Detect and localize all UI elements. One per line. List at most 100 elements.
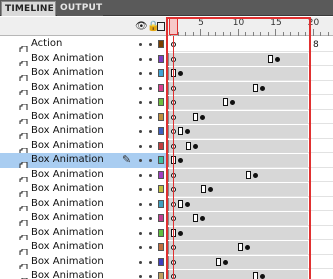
layer-info[interactable]: Box Animation bbox=[0, 51, 167, 69]
layer-name[interactable]: Box Animation bbox=[31, 52, 104, 66]
layer-type-icon bbox=[19, 229, 28, 243]
layer-info[interactable]: Box Animation bbox=[0, 124, 167, 142]
lock-toggle[interactable] bbox=[149, 188, 152, 191]
visibility-toggle[interactable] bbox=[139, 57, 142, 61]
outline-color-swatch[interactable] bbox=[158, 257, 164, 266]
outline-color-swatch[interactable] bbox=[158, 243, 164, 251]
layer-name[interactable]: Box Animation bbox=[31, 95, 104, 109]
layer-name[interactable]: Box Animation bbox=[31, 81, 104, 95]
visibility-toggle[interactable] bbox=[139, 202, 142, 206]
layer-name[interactable]: Box Animation bbox=[31, 269, 104, 279]
layer-info[interactable]: Box Animation bbox=[0, 254, 167, 272]
lock-toggle[interactable] bbox=[149, 86, 152, 90]
layer-info[interactable]: Box Animation bbox=[0, 95, 167, 113]
outline-color-swatch[interactable] bbox=[158, 127, 164, 135]
outline-color-swatch[interactable] bbox=[158, 40, 164, 48]
layer-info[interactable]: Box Animation bbox=[0, 109, 167, 127]
outline-color-swatch[interactable] bbox=[158, 170, 164, 179]
layer-info[interactable]: Box Animation bbox=[0, 138, 167, 156]
visibility-toggle[interactable] bbox=[139, 86, 142, 90]
visibility-toggle[interactable] bbox=[139, 130, 142, 133]
layer-name[interactable]: Box Animation bbox=[31, 226, 104, 240]
panel-tab-bar: TIMELINE OUTPUT bbox=[0, 0, 333, 16]
outline-color-swatch[interactable] bbox=[158, 156, 164, 164]
layer-type-icon bbox=[19, 156, 28, 171]
outline-color-swatch[interactable] bbox=[158, 272, 164, 279]
layer-info[interactable]: Box Animation bbox=[0, 66, 167, 84]
layer-type-icon bbox=[19, 272, 28, 279]
outline-icon[interactable] bbox=[157, 22, 165, 31]
outline-color-swatch[interactable] bbox=[158, 54, 164, 63]
layer-info[interactable]: Box Animation bbox=[0, 269, 167, 279]
outline-color-swatch[interactable] bbox=[158, 214, 164, 222]
tab-timeline[interactable]: TIMELINE bbox=[1, 1, 56, 16]
layer-type-icon bbox=[19, 200, 28, 214]
layer-name[interactable]: Box Animation bbox=[31, 153, 104, 167]
layer-name[interactable]: Box Animation bbox=[31, 255, 104, 269]
lock-toggle[interactable] bbox=[149, 115, 152, 119]
lock-toggle[interactable] bbox=[149, 101, 152, 104]
layer-info[interactable]: Action bbox=[0, 37, 167, 55]
layer-name[interactable]: Box Animation bbox=[31, 240, 104, 254]
visibility-toggle[interactable] bbox=[139, 159, 142, 162]
lock-toggle[interactable] bbox=[149, 246, 152, 249]
outline-color-swatch[interactable] bbox=[158, 185, 164, 193]
layer-name[interactable]: Box Animation bbox=[31, 168, 104, 182]
lock-toggle[interactable] bbox=[149, 217, 152, 220]
visibility-toggle[interactable] bbox=[139, 173, 142, 177]
layer-info[interactable]: Box Animation bbox=[0, 240, 167, 258]
visibility-toggle[interactable] bbox=[139, 260, 142, 264]
visibility-toggle[interactable] bbox=[139, 217, 142, 220]
visibility-toggle[interactable] bbox=[139, 101, 142, 104]
eye-icon[interactable]: 👁 bbox=[135, 21, 148, 32]
visibility-toggle[interactable] bbox=[139, 275, 142, 278]
outline-color-swatch[interactable] bbox=[158, 141, 164, 150]
lock-toggle[interactable] bbox=[149, 202, 152, 206]
layer-info[interactable]: Box Animation bbox=[0, 211, 167, 229]
layer-name[interactable]: Box Animation bbox=[31, 110, 104, 124]
lock-toggle[interactable] bbox=[149, 43, 152, 46]
visibility-toggle[interactable] bbox=[139, 115, 142, 119]
lock-toggle[interactable] bbox=[149, 144, 152, 148]
lock-toggle[interactable] bbox=[149, 159, 152, 162]
layer-name[interactable]: Box Animation bbox=[31, 182, 104, 196]
visibility-toggle[interactable] bbox=[139, 72, 142, 75]
layer-info[interactable]: Box Animation bbox=[0, 167, 167, 185]
visibility-toggle[interactable] bbox=[139, 231, 142, 235]
lock-toggle[interactable] bbox=[149, 231, 152, 235]
ruler-tick bbox=[320, 32, 321, 36]
layer-name[interactable]: Box Animation bbox=[31, 139, 104, 153]
layer-info[interactable]: Box Animation ✎ bbox=[0, 153, 167, 171]
outline-color-swatch[interactable] bbox=[158, 112, 164, 121]
ruler-tick bbox=[327, 32, 329, 36]
lock-toggle[interactable] bbox=[149, 130, 152, 133]
layer-name[interactable]: Box Animation bbox=[31, 124, 104, 138]
lock-toggle[interactable] bbox=[149, 275, 152, 278]
visibility-toggle[interactable] bbox=[139, 246, 142, 249]
visibility-toggle[interactable] bbox=[139, 43, 142, 46]
layer-info[interactable]: Box Animation bbox=[0, 225, 167, 243]
outline-color-swatch[interactable] bbox=[158, 83, 164, 92]
lock-toggle[interactable] bbox=[149, 173, 152, 177]
layer-info[interactable]: Box Animation bbox=[0, 182, 167, 200]
layer-type-icon bbox=[19, 171, 28, 185]
lock-toggle[interactable] bbox=[149, 57, 152, 61]
outline-color-swatch[interactable] bbox=[158, 199, 164, 208]
layer-name[interactable]: Box Animation bbox=[31, 211, 104, 225]
lock-toggle[interactable] bbox=[149, 260, 152, 264]
visibility-toggle[interactable] bbox=[139, 188, 142, 191]
layer-info[interactable]: Box Animation bbox=[0, 80, 167, 98]
frame-range-highlight bbox=[166, 17, 311, 279]
outline-color-swatch[interactable] bbox=[158, 98, 164, 106]
playhead-line bbox=[173, 36, 174, 279]
playhead-marker[interactable] bbox=[169, 18, 178, 35]
layer-name[interactable]: Action bbox=[31, 37, 62, 51]
layer-name[interactable]: Box Animation bbox=[31, 197, 104, 211]
outline-color-swatch[interactable] bbox=[158, 228, 164, 237]
tab-output[interactable]: OUTPUT bbox=[57, 1, 103, 16]
lock-toggle[interactable] bbox=[149, 72, 152, 75]
layer-name[interactable]: Box Animation bbox=[31, 66, 104, 80]
outline-color-swatch[interactable] bbox=[158, 69, 164, 77]
visibility-toggle[interactable] bbox=[139, 144, 142, 148]
layer-info[interactable]: Box Animation bbox=[0, 196, 167, 214]
